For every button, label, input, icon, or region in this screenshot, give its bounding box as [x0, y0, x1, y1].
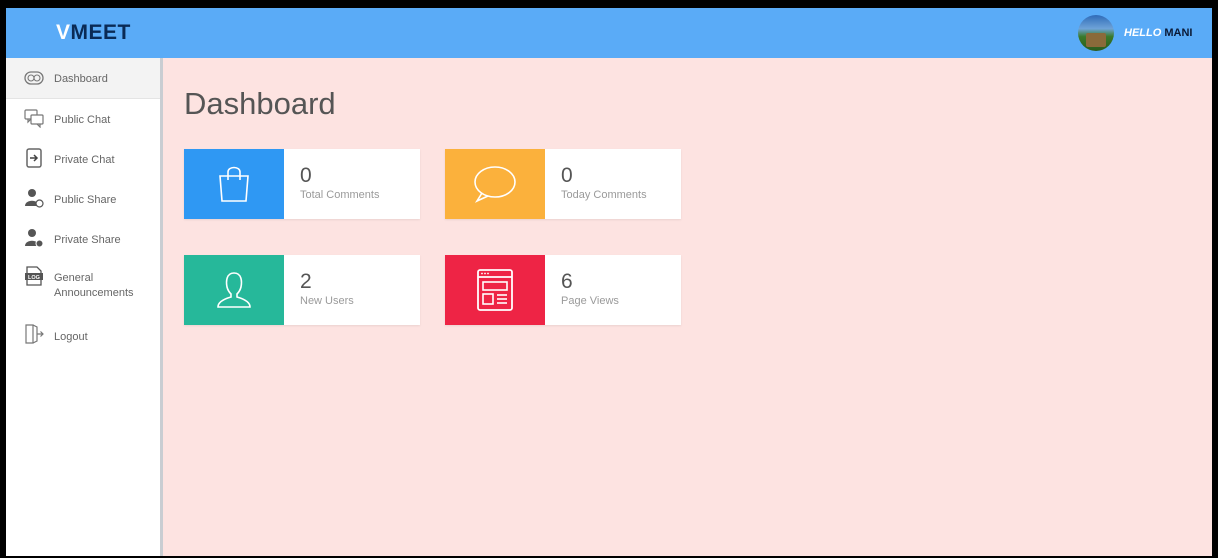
top-bar: VMEET HELLO MANI	[6, 8, 1212, 58]
stat-tile	[445, 255, 545, 325]
sidebar-item-label: Dashboard	[54, 73, 108, 85]
sidebar-item-label: General	[54, 272, 94, 284]
sidebar: Dashboard Public Chat Private Chat Publi…	[6, 58, 163, 556]
sidebar-item-label: Logout	[54, 331, 88, 343]
sidebar-item-label-line2: Announcements	[54, 287, 134, 299]
stat-value: 0	[561, 164, 573, 187]
sidebar-item-public-share[interactable]: Public Share	[6, 188, 160, 224]
brand-logo[interactable]: VMEET	[56, 21, 131, 45]
log-file-icon: LOG	[25, 266, 43, 286]
sidebar-item-label: Public Share	[54, 194, 117, 206]
stat-card-today-comments[interactable]: 0 Today Comments	[445, 149, 681, 219]
stat-tile	[445, 149, 545, 219]
sidebar-item-general-announcements[interactable]: LOG General Announcements	[6, 266, 160, 316]
sidebar-item-private-chat[interactable]: Private Chat	[6, 148, 160, 184]
page-title: Dashboard	[184, 86, 336, 121]
logout-icon	[25, 324, 44, 344]
sidebar-item-logout[interactable]: Logout	[6, 324, 160, 360]
greeting-text: HELLO	[1124, 27, 1162, 39]
stat-value: 6	[561, 270, 573, 293]
brand-name: MEET	[70, 21, 131, 44]
shopping-bag-icon	[219, 166, 249, 202]
stat-label: Today Comments	[561, 189, 647, 201]
user-greeting[interactable]: HELLO MANI	[1124, 27, 1192, 39]
stat-value: 2	[300, 270, 312, 293]
stat-label: New Users	[300, 295, 354, 307]
stat-card-total-comments[interactable]: 0 Total Comments	[184, 149, 420, 219]
svg-text:LOG: LOG	[28, 275, 40, 281]
user-icon	[217, 272, 251, 308]
sidebar-item-private-share[interactable]: Private Share	[6, 228, 160, 264]
stat-tile	[184, 255, 284, 325]
sidebar-item-dashboard[interactable]: Dashboard	[6, 58, 160, 99]
stat-value: 0	[300, 164, 312, 187]
speech-bubble-icon	[474, 166, 516, 203]
user-name: MANI	[1164, 27, 1193, 39]
sidebar-item-public-chat[interactable]: Public Chat	[6, 108, 160, 144]
stat-label: Total Comments	[300, 189, 380, 201]
app-frame: VMEET HELLO MANI Dashboard Public Chat P…	[6, 8, 1212, 556]
dashboard-icon	[24, 71, 44, 85]
stat-card-page-views[interactable]: 6 Page Views	[445, 255, 681, 325]
sidebar-item-label: Private Share	[54, 234, 121, 246]
stat-tile	[184, 149, 284, 219]
user-share-icon	[25, 189, 44, 208]
sign-in-icon	[26, 148, 42, 168]
sidebar-item-label: Public Chat	[54, 114, 111, 126]
sidebar-item-label: Private Chat	[54, 154, 115, 166]
avatar[interactable]	[1078, 15, 1114, 51]
brand-initial: V	[56, 21, 71, 44]
stat-label: Page Views	[561, 295, 619, 307]
chat-bubbles-icon	[24, 109, 44, 128]
stat-card-new-users[interactable]: 2 New Users	[184, 255, 420, 325]
user-lock-icon	[25, 229, 44, 248]
browser-window-icon	[477, 269, 513, 311]
